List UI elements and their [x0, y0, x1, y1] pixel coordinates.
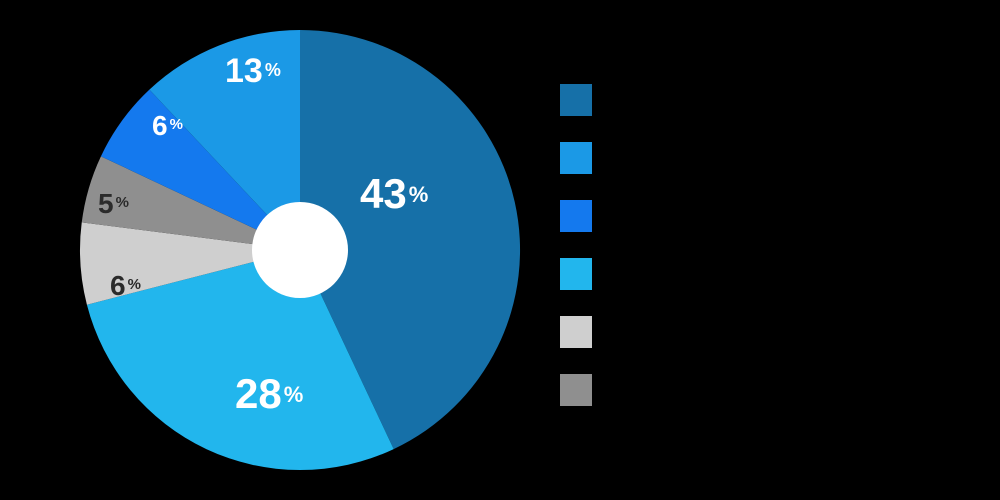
donut-hole [252, 202, 348, 298]
legend-swatch [560, 142, 592, 174]
label-6-blue: 6% [152, 110, 183, 142]
percent-sign: % [128, 276, 141, 293]
legend-swatch [560, 258, 592, 290]
label-6a-value: 6 [110, 270, 126, 301]
label-43: 43% [360, 170, 428, 218]
label-13: 13% [225, 52, 281, 91]
percent-sign: % [116, 194, 129, 211]
legend-item: Segment A [560, 84, 711, 116]
label-5: 5% [98, 188, 129, 220]
chart-container: 43% 28% 13% 6% 5% 6% Segment A Segment F… [0, 0, 1000, 500]
label-6-light: 6% [110, 270, 141, 302]
legend-label: Segment F [606, 147, 708, 170]
legend-label: Segment C [606, 321, 711, 344]
legend-label: Segment A [606, 89, 708, 112]
percent-sign: % [284, 382, 304, 407]
donut-chart: 43% 28% 13% 6% 5% 6% [70, 20, 530, 480]
legend: Segment A Segment F Segment E Segment B … [560, 84, 711, 406]
legend-swatch [560, 84, 592, 116]
label-5-value: 5 [98, 188, 114, 219]
label-13-value: 13 [225, 52, 263, 90]
label-43-value: 43 [360, 170, 407, 217]
label-28-value: 28 [235, 370, 282, 417]
label-28: 28% [235, 370, 303, 418]
legend-swatch [560, 316, 592, 348]
label-6b-value: 6 [152, 110, 168, 141]
legend-item: Segment D [560, 374, 711, 406]
legend-swatch [560, 200, 592, 232]
percent-sign: % [170, 116, 183, 133]
percent-sign: % [265, 60, 281, 80]
legend-item: Segment F [560, 142, 711, 174]
legend-item: Segment C [560, 316, 711, 348]
legend-swatch [560, 374, 592, 406]
legend-label: Segment D [606, 379, 711, 402]
legend-item: Segment B [560, 258, 711, 290]
legend-label: Segment B [606, 263, 709, 286]
legend-label: Segment E [606, 205, 709, 228]
legend-item: Segment E [560, 200, 711, 232]
percent-sign: % [409, 182, 429, 207]
